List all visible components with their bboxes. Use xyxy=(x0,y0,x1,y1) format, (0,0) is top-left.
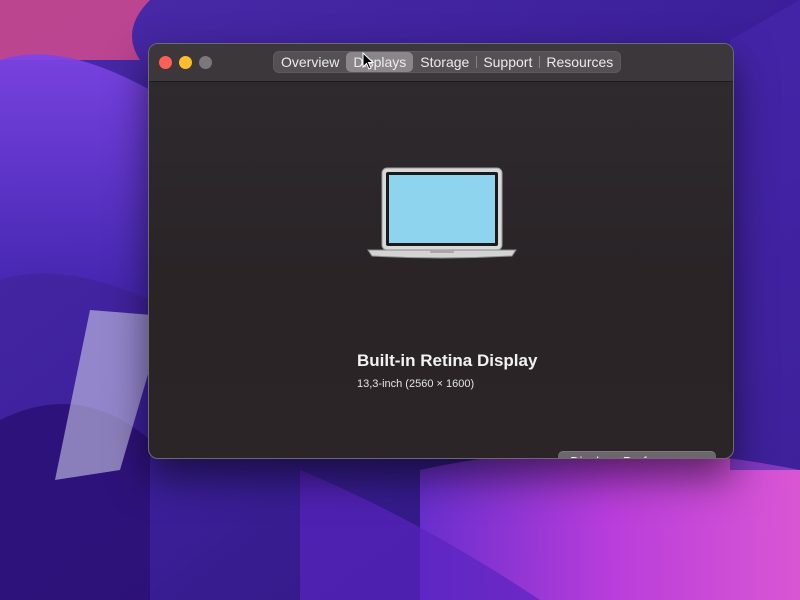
about-this-mac-window: Overview Displays Storage Support Resour… xyxy=(148,43,734,459)
tab-bar: Overview Displays Storage Support Resour… xyxy=(273,51,622,73)
desktop: Overview Displays Storage Support Resour… xyxy=(0,0,800,600)
close-window-button[interactable] xyxy=(159,56,172,69)
mouse-pointer-icon xyxy=(362,52,374,70)
displays-pane: Built-in Retina Display 13,3-inch (2560 … xyxy=(149,82,733,458)
minimize-window-button[interactable] xyxy=(179,56,192,69)
tab-support[interactable]: Support xyxy=(476,51,539,73)
displays-preferences-button[interactable]: Displays Preferences... xyxy=(558,451,716,458)
tab-overview[interactable]: Overview xyxy=(274,51,346,73)
display-name: Built-in Retina Display xyxy=(357,351,538,370)
tab-displays[interactable]: Displays xyxy=(346,52,414,72)
display-spec: 13,3-inch (2560 × 1600) xyxy=(357,378,475,390)
laptop-icon xyxy=(367,167,517,259)
tab-resources[interactable]: Resources xyxy=(539,51,620,73)
zoom-window-button[interactable] xyxy=(199,56,212,69)
tab-storage[interactable]: Storage xyxy=(413,51,476,73)
laptop-screen xyxy=(389,175,495,243)
title-bar: Overview Displays Storage Support Resour… xyxy=(149,44,733,82)
